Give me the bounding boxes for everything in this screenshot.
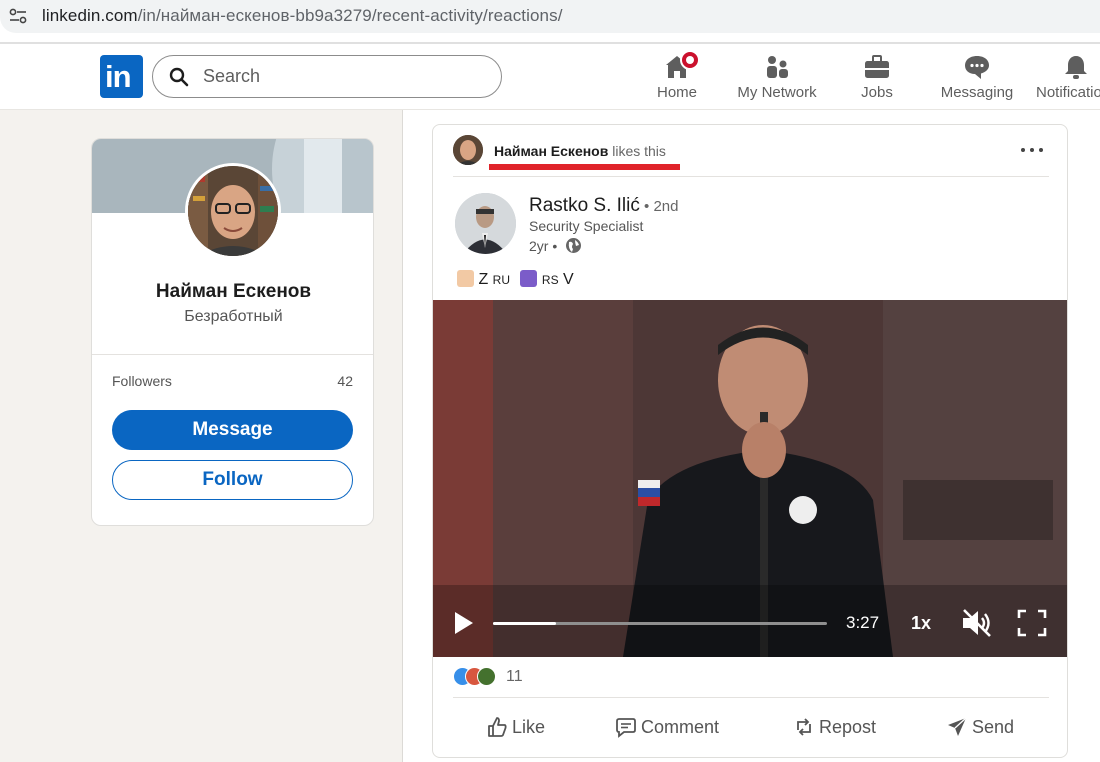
play-icon[interactable]: [453, 610, 475, 636]
nav-jobs-label: Jobs: [861, 84, 893, 101]
connection-degree: • 2nd: [639, 198, 679, 215]
nav-notifications-label: Notifications: [1036, 84, 1100, 101]
activity-actor-name[interactable]: Найман Ескенов: [494, 143, 608, 159]
author-avatar[interactable]: [455, 193, 516, 254]
video-duration: 3:27: [846, 613, 880, 632]
network-icon: [767, 56, 788, 78]
nav-jobs[interactable]: Jobs: [847, 44, 907, 110]
message-button[interactable]: Message: [112, 410, 353, 450]
briefcase-icon: [865, 55, 889, 78]
author-title: Security Specialist: [529, 218, 644, 234]
search-icon: [169, 67, 189, 87]
like-label: Like: [512, 717, 546, 737]
url-domain: linkedin.com: [42, 6, 138, 25]
nav-notifications[interactable]: Notifications: [1034, 44, 1100, 110]
nav-my-network[interactable]: My Network: [727, 44, 827, 110]
muted-volume-icon[interactable]: [960, 607, 994, 639]
nav-home[interactable]: Home: [641, 44, 713, 110]
author-name-text: Rastko S. Ilić: [529, 195, 640, 216]
column-divider: [402, 110, 403, 762]
fullscreen-icon[interactable]: [1017, 609, 1047, 637]
author-photo: [455, 193, 516, 254]
url-path: /in/найман-ескенов-bb9a3279/recent-activ…: [137, 6, 563, 25]
video-progress-bar[interactable]: [493, 622, 827, 625]
post-text-v: V: [558, 271, 574, 288]
search-input[interactable]: [203, 56, 493, 97]
repost-button[interactable]: Repost: [793, 713, 893, 743]
activity-avatar-photo: [453, 135, 483, 165]
reaction-count: 11: [506, 668, 523, 685]
send-icon: [948, 717, 967, 736]
clap-emoji-icon: [457, 270, 474, 287]
video-progress-fill: [493, 622, 557, 625]
divider: [92, 354, 373, 355]
chat-icon: [965, 56, 989, 79]
notification-badge: [680, 50, 700, 70]
activity-verb: likes this: [608, 143, 666, 159]
post-text-rs: RS: [541, 273, 559, 287]
address-field[interactable]: linkedin.com/in/найман-ескенов-bb9a3279/…: [0, 0, 1100, 33]
search-box[interactable]: [152, 55, 502, 98]
profile-card: Найман Ескенов Безработный Followers 42 …: [91, 138, 374, 526]
post-text: Z RU RS V: [457, 270, 574, 289]
send-label: Send: [972, 717, 1015, 737]
dot-icon: [1030, 148, 1034, 152]
post-text-z: Z: [474, 271, 493, 288]
post-time: 2yr •: [529, 238, 558, 254]
activity-header: Найман Ескенов likes this: [494, 143, 666, 159]
send-button[interactable]: Send: [946, 713, 1036, 743]
nav-messaging-label: Messaging: [940, 84, 1014, 101]
like-icon: [488, 717, 507, 737]
comment-label: Comment: [641, 717, 720, 737]
orthodox-cross-emoji-icon: [520, 270, 538, 287]
author-name[interactable]: Rastko S. Ilić • 2nd: [529, 195, 679, 217]
dot-icon: [1021, 148, 1025, 152]
activity-avatar[interactable]: [453, 135, 483, 165]
banner-shape: [342, 139, 373, 213]
site-settings-icon[interactable]: [8, 7, 28, 25]
linkedin-logo[interactable]: in: [100, 55, 143, 98]
post-text-ru: RU: [492, 273, 511, 287]
nav-my-network-label: My Network: [737, 84, 817, 101]
repost-label: Repost: [819, 717, 877, 737]
repost-icon: [797, 718, 811, 736]
divider: [453, 176, 1049, 177]
video-player[interactable]: 3:27 1x: [433, 300, 1067, 657]
divider: [453, 697, 1049, 698]
playback-speed-button[interactable]: 1x: [911, 613, 931, 634]
profile-photo: [188, 166, 278, 256]
nav-messaging[interactable]: Messaging: [937, 44, 1017, 110]
follow-button[interactable]: Follow: [112, 460, 353, 500]
url-text[interactable]: linkedin.com/in/найман-ескенов-bb9a3279/…: [42, 6, 563, 26]
followers-label: Followers: [112, 373, 172, 389]
nav-home-label: Home: [656, 84, 697, 101]
followers-count: 42: [337, 373, 353, 389]
banner-shape: [304, 139, 344, 213]
comment-icon: [616, 718, 636, 738]
browser-address-bar: linkedin.com/in/найман-ескенов-bb9a3279/…: [0, 0, 1100, 42]
red-annotation-underline: [489, 164, 680, 170]
like-button[interactable]: Like: [486, 713, 576, 743]
comment-button[interactable]: Comment: [615, 713, 725, 743]
linkedin-header: in Home My Network Jobs Me: [0, 44, 1100, 110]
celebrate-reaction-icon: [477, 667, 496, 686]
profile-headline: Безработный: [184, 308, 283, 325]
bell-icon: [1065, 56, 1087, 79]
profile-name[interactable]: Найман Ескенов: [92, 281, 373, 303]
logo-text: in: [105, 59, 132, 94]
video-frame: [433, 300, 1067, 657]
feed-post: Найман Ескенов likes this Rastko S. Ilić…: [432, 124, 1068, 758]
globe-icon: [566, 238, 581, 253]
dot-icon: [1039, 148, 1043, 152]
profile-avatar[interactable]: [185, 163, 281, 259]
more-options-button[interactable]: [1021, 139, 1043, 161]
